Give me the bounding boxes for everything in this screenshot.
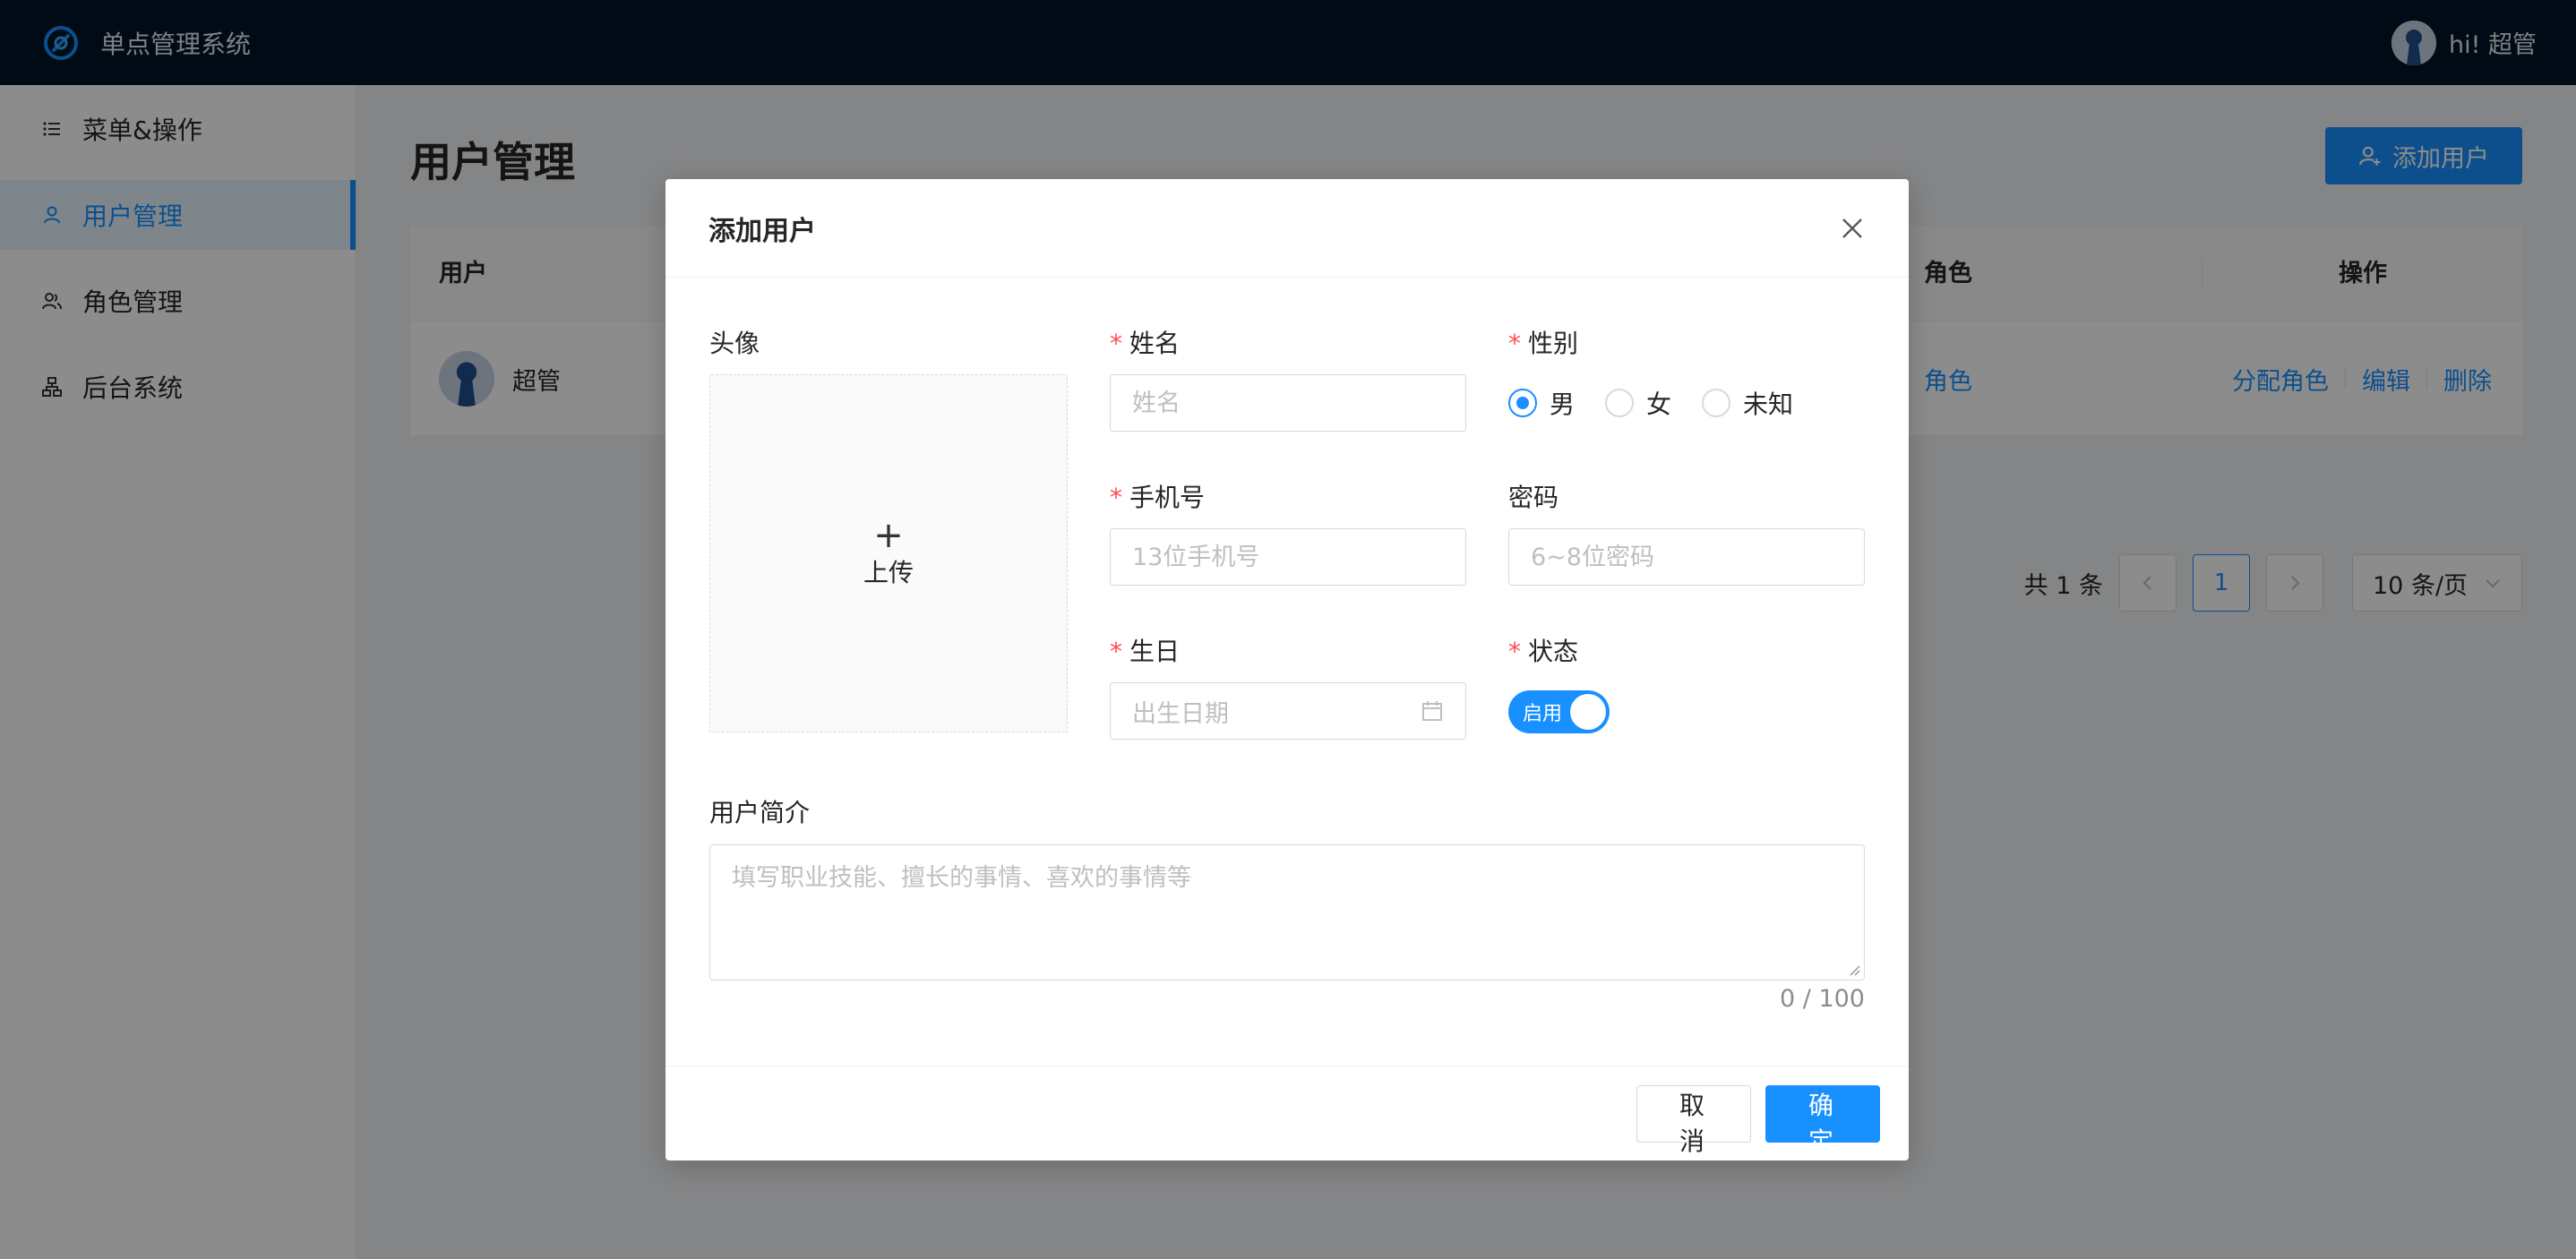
avatar-label: 头像 — [709, 329, 760, 358]
gender-radio-unknown[interactable]: 未知 — [1702, 385, 1793, 421]
radio-label: 男 — [1550, 390, 1576, 419]
required-mark: * — [1110, 483, 1122, 512]
toggle-knob — [1570, 694, 1606, 730]
password-input[interactable] — [1508, 528, 1865, 586]
radio-label: 女 — [1646, 390, 1672, 419]
birthday-label-text: 生日 — [1129, 637, 1181, 666]
add-user-modal: 添加用户 头像 + 上传 *姓名 *性别 男 女 未知 *手机号 密码 *生日 … — [665, 179, 1909, 1161]
radio-circle — [1508, 389, 1537, 417]
status-toggle-text: 启用 — [1523, 703, 1563, 725]
upload-text: 上传 — [863, 558, 914, 587]
cancel-button[interactable]: 取 消 — [1636, 1084, 1751, 1156]
password-label: 密码 — [1508, 483, 1559, 512]
required-mark: * — [1508, 329, 1521, 358]
bio-placeholder: 填写职业技能、擅长的事情、喜欢的事情等 — [732, 864, 1191, 892]
bio-label: 用户简介 — [709, 798, 811, 827]
status-label-text: 状态 — [1528, 637, 1579, 666]
phone-label-text: 手机号 — [1129, 483, 1206, 512]
birthday-label: * 生日 — [1110, 632, 1180, 668]
gender-radio-female[interactable]: 女 — [1605, 385, 1671, 421]
modal-footer: 取 消 确 定 — [665, 1066, 1909, 1161]
calendar-icon — [1422, 701, 1442, 721]
phone-label: * 手机号 — [1110, 478, 1205, 514]
status-toggle[interactable]: 启用 — [1508, 690, 1610, 733]
radio-label: 未知 — [1743, 390, 1794, 419]
modal-title: 添加用户 — [708, 215, 816, 247]
resize-handle-icon[interactable] — [1848, 964, 1860, 976]
gender-radio-group: 男 女 未知 — [1508, 385, 1824, 421]
required-mark: * — [1110, 329, 1122, 358]
avatar-upload[interactable]: + 上传 — [709, 374, 1068, 732]
confirm-button[interactable]: 确 定 — [1765, 1084, 1880, 1156]
plus-icon: + — [873, 515, 904, 556]
name-label-text: 姓名 — [1129, 329, 1181, 358]
close-icon — [1842, 218, 1862, 238]
birthday-placeholder: 出生日期 — [1132, 699, 1229, 728]
gender-label: * 性别 — [1508, 324, 1578, 360]
modal-header: 添加用户 — [665, 179, 1909, 278]
close-button[interactable] — [1839, 215, 1866, 242]
phone-input[interactable] — [1110, 528, 1466, 586]
gender-radio-male[interactable]: 男 — [1508, 385, 1575, 421]
radio-circle — [1605, 389, 1635, 417]
required-mark: * — [1110, 637, 1122, 666]
char-counter: 0 / 100 — [1780, 985, 1865, 1013]
radio-circle — [1702, 389, 1731, 417]
name-label: * 姓名 — [1110, 324, 1180, 360]
bio-textarea[interactable]: 填写职业技能、擅长的事情、喜欢的事情等 — [709, 844, 1865, 981]
status-label: * 状态 — [1508, 632, 1578, 668]
name-input[interactable] — [1110, 374, 1466, 432]
required-mark: * — [1508, 637, 1521, 666]
birthday-date-picker[interactable]: 出生日期 — [1110, 682, 1466, 740]
gender-label-text: 性别 — [1528, 329, 1579, 358]
